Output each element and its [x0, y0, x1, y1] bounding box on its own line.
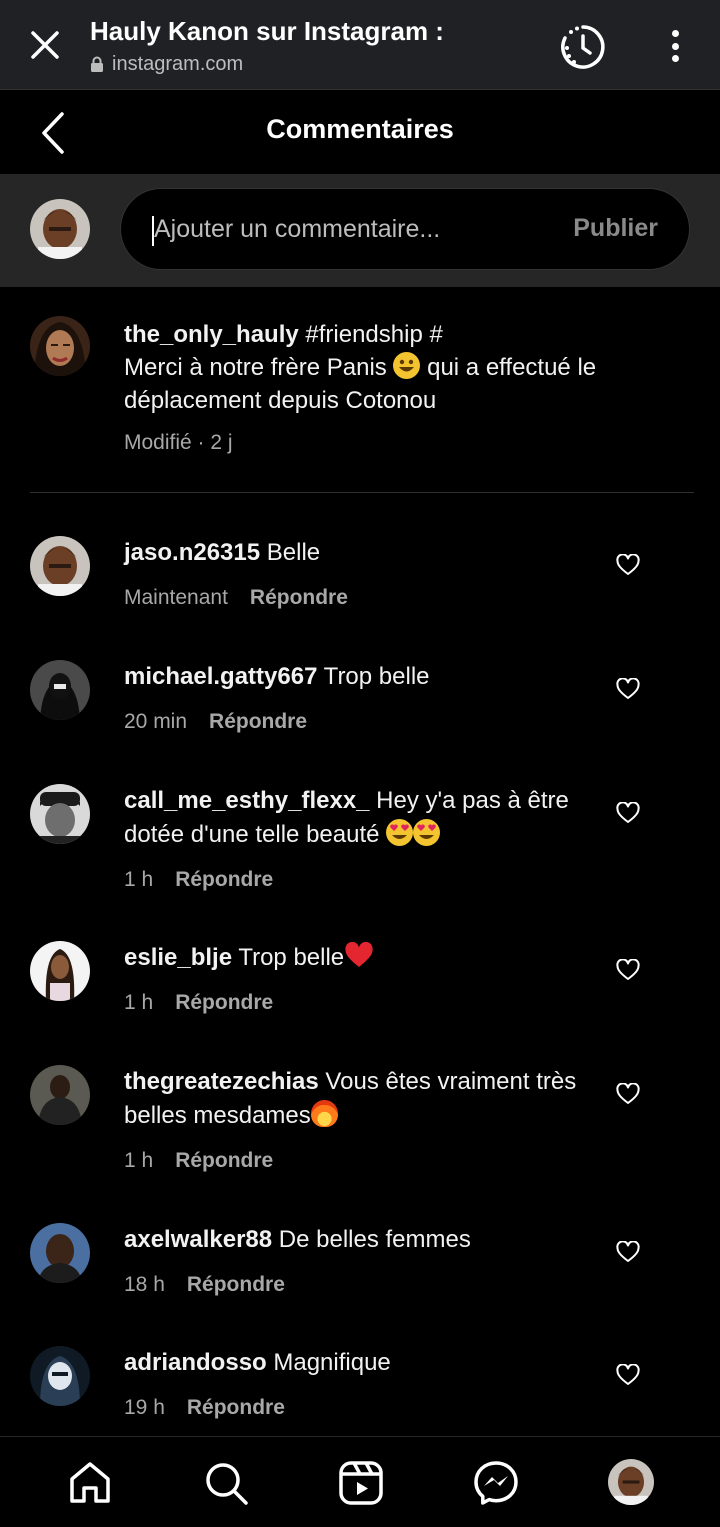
browser-url-text: instagram.com [112, 53, 244, 75]
heart-outline-icon[interactable] [616, 677, 644, 704]
page-title: Commentaires [266, 114, 454, 144]
comment-time: 19 h [124, 1396, 165, 1419]
comment-username[interactable]: michael.gatty667 [124, 663, 317, 690]
post-caption: the_only_hauly #friendship # Merci à not… [0, 288, 720, 492]
lock-icon [91, 56, 103, 72]
comment-time: 20 min [124, 710, 188, 733]
comment-username[interactable]: adriandosso [124, 1349, 267, 1376]
red-heart-emoji-icon [344, 942, 373, 969]
comment-text: adriandosso Magnifique [124, 1346, 604, 1380]
smiley-emoji-icon [393, 352, 421, 379]
comment-input[interactable]: Ajouter un commentaire... Publier [120, 188, 690, 270]
reels-icon[interactable] [337, 1459, 385, 1507]
comment-time: 1 h [124, 868, 154, 891]
comment-body: Trop belle [317, 663, 430, 690]
comment-text: call_me_esthy_flexx_ Hey y'a pas à être … [124, 784, 604, 852]
heart-outline-icon[interactable] [616, 801, 644, 828]
bottom-navigation [0, 1436, 720, 1527]
comment-composer: Ajouter un commentaire... Publier [0, 174, 720, 287]
close-icon[interactable] [22, 22, 68, 68]
comment-time: 18 h [124, 1273, 165, 1296]
comment-text: axelwalker88 De belles femmes [124, 1223, 604, 1257]
caption-hashtags[interactable]: #friendship # [299, 321, 442, 348]
comment-time: 1 h [124, 991, 154, 1014]
caption-username[interactable]: the_only_hauly [124, 321, 299, 348]
avatar[interactable] [30, 316, 90, 376]
reply-button[interactable]: Répondre [209, 710, 307, 734]
comment-text: jaso.n26315 Belle [124, 536, 604, 570]
comment-username[interactable]: jaso.n26315 [124, 539, 260, 566]
browser-page-title: Hauly Kanon sur Instagram : [90, 16, 444, 46]
avatar[interactable] [30, 941, 90, 1001]
home-icon[interactable] [66, 1459, 114, 1507]
browser-toolbar: Hauly Kanon sur Instagram : instagram.co… [0, 0, 720, 90]
comment-meta: 19 h Répondre [124, 1396, 285, 1420]
comment-text: eslie_blje Trop belle [124, 941, 604, 975]
caption-meta: Modifié · 2 j [124, 431, 233, 454]
reply-button[interactable]: Répondre [250, 586, 348, 610]
heart-outline-icon[interactable] [616, 958, 644, 985]
avatar[interactable] [30, 660, 90, 720]
comment-body: Magnifique [266, 1349, 391, 1376]
avatar[interactable] [30, 1346, 90, 1406]
comment-username[interactable]: call_me_esthy_flexx_ [124, 787, 370, 814]
comment-body: Trop belle [232, 944, 345, 971]
reply-button[interactable]: Répondre [187, 1396, 285, 1420]
heart-outline-icon[interactable] [616, 553, 644, 580]
comment-time: 1 h [124, 1149, 154, 1172]
browser-url[interactable]: instagram.com [90, 53, 243, 76]
avatar[interactable] [30, 1065, 90, 1125]
heart-outline-icon[interactable] [616, 1363, 644, 1390]
comment-body: Belle [260, 539, 321, 566]
reply-button[interactable]: Répondre [175, 991, 273, 1015]
comment-meta: 1 h Répondre [124, 991, 273, 1015]
avatar[interactable] [30, 536, 90, 596]
caption-line: Merci à notre frère Panis [124, 354, 394, 381]
comment-body: De belles femmes [272, 1226, 471, 1253]
comment-meta: Maintenant Répondre [124, 586, 348, 610]
comment-input-placeholder: Ajouter un commentaire... [154, 215, 441, 243]
more-vert-icon[interactable] [660, 26, 690, 66]
avatar[interactable] [30, 1223, 90, 1283]
comment-meta: 1 h Répondre [124, 1149, 273, 1173]
comment-text: thegreatezechias Vous êtes vraiment très… [124, 1065, 604, 1133]
comment-username[interactable]: thegreatezechias [124, 1068, 319, 1095]
caption-text: the_only_hauly #friendship # Merci à not… [124, 318, 684, 417]
avatar[interactable] [30, 784, 90, 844]
comment-meta: 1 h Répondre [124, 868, 273, 892]
avatar[interactable] [30, 199, 90, 259]
reply-button[interactable]: Répondre [187, 1273, 285, 1297]
comments-header: Commentaires [0, 90, 720, 174]
heart-eyes-emoji-icon [386, 819, 414, 846]
divider [30, 492, 694, 493]
publish-button[interactable]: Publier [573, 214, 658, 243]
comment-username[interactable]: axelwalker88 [124, 1226, 272, 1253]
heart-outline-icon[interactable] [616, 1082, 644, 1109]
history-icon[interactable] [558, 22, 608, 72]
reply-button[interactable]: Répondre [175, 868, 273, 892]
comment-text: michael.gatty667 Trop belle [124, 660, 604, 694]
profile-avatar[interactable] [608, 1459, 654, 1505]
comment-meta: 20 min Répondre [124, 710, 307, 734]
heart-eyes-emoji-icon [413, 819, 441, 846]
search-icon[interactable] [202, 1459, 250, 1507]
reply-button[interactable]: Répondre [175, 1149, 273, 1173]
comment-meta: 18 h Répondre [124, 1273, 285, 1297]
heart-outline-icon[interactable] [616, 1240, 644, 1267]
comment-time: Maintenant [124, 586, 228, 609]
comment-username[interactable]: eslie_blje [124, 944, 232, 971]
messenger-icon[interactable] [472, 1459, 520, 1507]
fire-emoji-icon [310, 1100, 338, 1127]
